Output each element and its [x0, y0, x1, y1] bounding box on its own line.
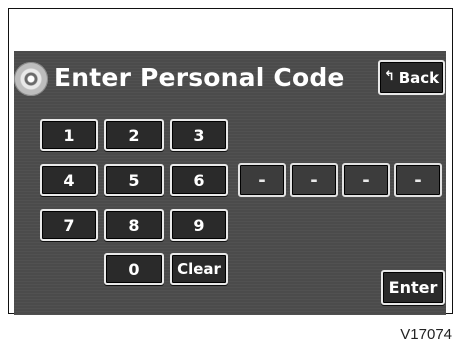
code-slot-1: -	[238, 163, 286, 197]
key-0[interactable]: 0	[104, 253, 164, 285]
key-5[interactable]: 5	[104, 164, 164, 196]
figure-caption: V17074	[400, 326, 452, 343]
clear-button[interactable]: Clear	[170, 253, 228, 285]
back-button[interactable]: ↰ Back	[378, 60, 445, 95]
key-6[interactable]: 6	[170, 164, 228, 196]
code-slot-3: -	[342, 163, 390, 197]
back-arrow-icon: ↰	[383, 69, 395, 84]
enter-button[interactable]: Enter	[381, 270, 445, 305]
code-slot-2: -	[290, 163, 338, 197]
screen-title: Enter Personal Code	[54, 63, 345, 92]
back-label: Back	[398, 68, 440, 87]
disc-icon	[14, 62, 48, 96]
key-9[interactable]: 9	[170, 209, 228, 241]
key-4[interactable]: 4	[40, 164, 98, 196]
key-1[interactable]: 1	[40, 119, 98, 151]
key-8[interactable]: 8	[104, 209, 164, 241]
key-3[interactable]: 3	[170, 119, 228, 151]
key-2[interactable]: 2	[104, 119, 164, 151]
key-7[interactable]: 7	[40, 209, 98, 241]
code-slot-4: -	[394, 163, 442, 197]
